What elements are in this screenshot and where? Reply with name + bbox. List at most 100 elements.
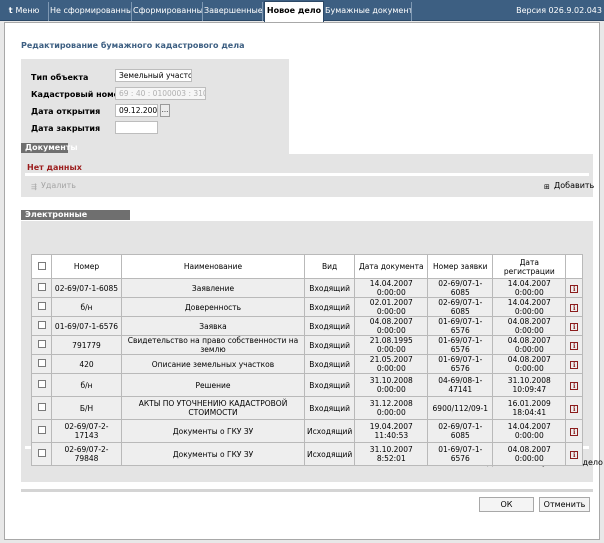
row-checkbox[interactable] <box>37 340 46 348</box>
cell-request-number: 01-69/07-1-6576 <box>427 442 494 466</box>
table-row[interactable]: 420 Описание земельных участков Входящий 21… <box>31 354 584 374</box>
row-select-cell <box>31 354 52 374</box>
cell-name: Доверенность <box>121 297 305 317</box>
tab-completed[interactable]: Завершенные <box>204 2 263 21</box>
cell-number: б/н <box>51 373 122 397</box>
cell-number: 02-69/07-1-6085 <box>51 278 122 298</box>
cadastral-number-field[interactable]: 69 : 40 : 0100003 : 310 <box>115 87 206 100</box>
cell-doc-date: 04.08.2007 0:00:00 <box>354 316 429 336</box>
table-row[interactable]: 01-69/07-1-6576 Заявка Входящий 04.08.2007 … <box>31 316 584 336</box>
cell-number: 02-69/07-2-17143 <box>51 419 122 443</box>
tab-paper-documents[interactable]: Бумажные документы <box>325 2 412 21</box>
cell-registration-date: 04.08.2007 0:00:00 <box>492 316 567 336</box>
tab-not-formed[interactable]: Не сформированные <box>50 2 132 21</box>
row-select-cell <box>31 278 52 298</box>
object-type-field[interactable]: Земельный участок <box>115 69 192 82</box>
row-select-cell <box>31 419 52 443</box>
cell-registration-date: 04.08.2007 0:00:00 <box>492 335 567 355</box>
main-panel: Редактирование бумажного кадастрового де… <box>4 22 603 540</box>
info-icon[interactable]: i <box>570 284 579 293</box>
delete-button[interactable]: ⇶ Удалить <box>31 181 76 192</box>
row-info-cell: i <box>565 396 584 420</box>
table-row[interactable]: 02-69/07-1-6085 Заявление Входящий 14.04.20… <box>31 278 584 298</box>
info-icon[interactable]: i <box>570 322 579 331</box>
info-icon[interactable]: i <box>570 341 579 350</box>
page-title: Редактирование бумажного кадастрового де… <box>21 41 245 50</box>
column-header-name: Наименование <box>121 254 305 279</box>
cancel-button[interactable]: Отменить <box>539 497 590 512</box>
table-row[interactable]: Б/Н АКТЫ ПО УТОЧНЕНИЮ КАДАСТРОВОЙ СТОИМОС… <box>31 396 584 420</box>
cell-doc-date: 02.01.2007 0:00:00 <box>354 297 429 317</box>
no-data-text: Нет данных <box>27 163 82 172</box>
cell-kind: Входящий <box>303 278 356 298</box>
row-checkbox[interactable] <box>37 302 46 310</box>
cell-registration-date: 04.08.2007 0:00:00 <box>492 354 567 374</box>
cell-request-number: 01-69/07-1-6576 <box>427 316 494 336</box>
info-icon[interactable]: i <box>570 381 579 390</box>
info-icon[interactable]: i <box>570 404 579 413</box>
table-row[interactable]: 02-69/07-2-17143 Документы о ГКУ ЗУ Исходя… <box>31 419 584 443</box>
menu-icon: t <box>8 6 13 15</box>
cell-registration-date: 14.04.2007 0:00:00 <box>492 419 567 443</box>
row-checkbox[interactable] <box>37 380 46 388</box>
cell-number: 791779 <box>51 335 122 355</box>
add-button[interactable]: ⊞ Добавить <box>544 181 594 192</box>
row-checkbox[interactable] <box>37 449 46 457</box>
info-icon[interactable]: i <box>570 427 579 436</box>
column-header-number: Номер <box>51 254 122 279</box>
cell-registration-date: 16.01.2009 18:04:41 <box>492 396 567 420</box>
add-icon: ⊞ <box>544 183 550 191</box>
cell-doc-date: 14.04.2007 0:00:00 <box>354 278 429 298</box>
row-info-cell: i <box>565 373 584 397</box>
row-checkbox[interactable] <box>37 283 46 291</box>
cell-registration-date: 14.04.2007 0:00:00 <box>492 278 567 298</box>
object-properties-panel: Тип объекта Земельный участок Кадастровы… <box>21 59 289 155</box>
top-navigation-bar: t Меню Не сформированные Сформированные З… <box>0 0 604 22</box>
table-row[interactable]: б/н Доверенность Входящий 02.01.2007 0:00:0… <box>31 297 584 317</box>
table-row[interactable]: 791779 Свидетельство на право собственнос… <box>31 335 584 355</box>
select-all-cell <box>31 254 52 279</box>
open-date-field[interactable]: 09.12.2005 <box>115 104 158 117</box>
row-info-cell: i <box>565 419 584 443</box>
close-date-field[interactable] <box>115 121 158 134</box>
cell-request-number: 01-69/07-1-6576 <box>427 335 494 355</box>
row-info-cell: i <box>565 354 584 374</box>
cell-kind: Входящий <box>303 316 356 336</box>
cell-registration-date: 14.04.2007 0:00:00 <box>492 297 567 317</box>
cell-kind: Входящий <box>303 354 356 374</box>
object-type-label: Тип объекта <box>31 73 89 82</box>
cell-request-number: 02-69/07-1-6085 <box>427 419 494 443</box>
version-label: Версия 026.9.02.043 <box>516 6 602 15</box>
open-date-picker-button[interactable]: ... <box>160 104 170 117</box>
cadastral-number-label: Кадастровый номер <box>31 90 125 99</box>
info-icon[interactable]: i <box>570 360 579 369</box>
cell-name: Документы о ГКУ ЗУ <box>121 419 305 443</box>
tab-formed[interactable]: Сформированные <box>133 2 203 21</box>
cell-name: Описание земельных участков <box>121 354 305 374</box>
row-select-cell <box>31 316 52 336</box>
cell-name: Заявление <box>121 278 305 298</box>
cell-doc-date: 31.10.2007 8:52:01 <box>354 442 429 466</box>
select-all-checkbox[interactable] <box>37 261 46 270</box>
row-info-cell: i <box>565 278 584 298</box>
row-checkbox[interactable] <box>37 403 46 411</box>
cell-kind: Входящий <box>303 297 356 317</box>
row-checkbox[interactable] <box>37 321 46 329</box>
cell-kind: Исходящий <box>303 419 356 443</box>
menu-button[interactable]: t Меню <box>0 2 49 21</box>
table-row[interactable]: б/н Решение Входящий 31.10.2008 0:00:00 04-6… <box>31 373 584 397</box>
cell-name: АКТЫ ПО УТОЧНЕНИЮ КАДАСТРОВОЙ СТОИМОСТИ <box>121 396 305 420</box>
cell-number: 01-69/07-1-6576 <box>51 316 122 336</box>
cell-doc-date: 21.08.1995 0:00:00 <box>354 335 429 355</box>
ok-button[interactable]: ОК <box>479 497 534 512</box>
cell-number: б/н <box>51 297 122 317</box>
info-icon[interactable]: i <box>570 303 579 312</box>
row-checkbox[interactable] <box>37 359 46 367</box>
table-row[interactable]: 02-69/07-2-79848 Документы о ГКУ ЗУ Исходя… <box>31 442 584 466</box>
delete-icon: ⇶ <box>31 183 37 191</box>
tab-new-case[interactable]: Новое дело <box>264 1 324 22</box>
cell-registration-date: 04.08.2007 0:00:00 <box>492 442 567 466</box>
documents-section-body: Нет данных ⇶ Удалить ⊞ Добавить <box>21 154 594 197</box>
row-checkbox[interactable] <box>37 426 46 434</box>
info-icon[interactable]: i <box>570 450 579 459</box>
